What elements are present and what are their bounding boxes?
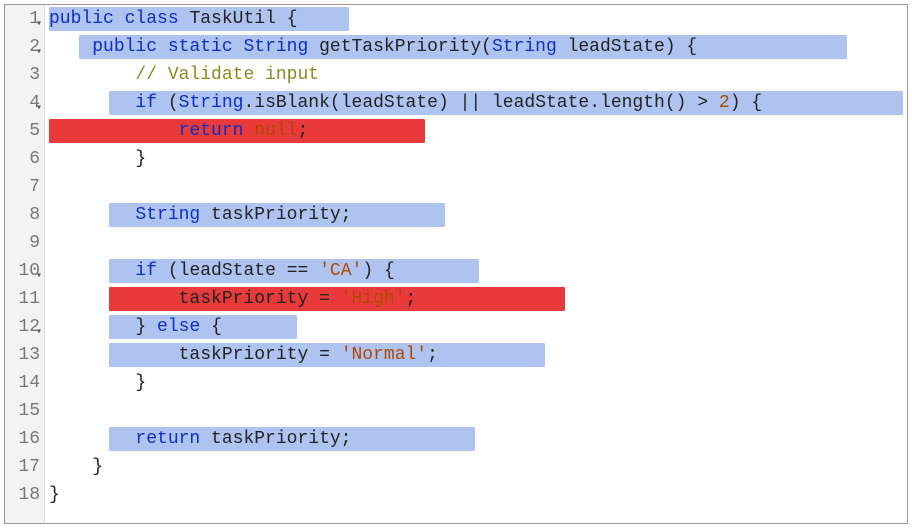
line-number: 12▾ [5, 313, 40, 341]
code-line[interactable]: return taskPriority; [49, 425, 907, 453]
line-number: 9 [5, 229, 40, 257]
line-number: 17 [5, 453, 40, 481]
line-number: 6 [5, 145, 40, 173]
code-line[interactable] [49, 173, 907, 201]
line-number: 2▾ [5, 33, 40, 61]
line-number: 14 [5, 369, 40, 397]
line-number: 15 [5, 397, 40, 425]
line-number: 4▾ [5, 89, 40, 117]
line-number: 11 [5, 285, 40, 313]
code-line[interactable]: if (String.isBlank(leadState) || leadSta… [49, 89, 907, 117]
line-number: 10▾ [5, 257, 40, 285]
line-number-gutter: 1▾2▾34▾5678910▾1112▾131415161718 [5, 5, 45, 523]
code-line[interactable]: } [49, 481, 907, 509]
code-line[interactable]: } [49, 369, 907, 397]
code-line[interactable]: if (leadState == 'CA') { [49, 257, 907, 285]
code-line[interactable]: taskPriority = 'Normal'; [49, 341, 907, 369]
code-line[interactable]: } else { [49, 313, 907, 341]
line-number: 7 [5, 173, 40, 201]
line-number: 18 [5, 481, 40, 509]
code-line[interactable]: String taskPriority; [49, 201, 907, 229]
line-number: 3 [5, 61, 40, 89]
code-line[interactable]: public static String getTaskPriority(Str… [49, 33, 907, 61]
code-line[interactable]: public class TaskUtil { [49, 5, 907, 33]
line-number: 1▾ [5, 5, 40, 33]
code-area[interactable]: public class TaskUtil { public static St… [45, 5, 907, 523]
line-number: 13 [5, 341, 40, 369]
line-number: 8 [5, 201, 40, 229]
code-line[interactable]: taskPriority = 'High'; [49, 285, 907, 313]
code-line[interactable]: return null; [49, 117, 907, 145]
code-line[interactable]: } [49, 145, 907, 173]
line-number: 16 [5, 425, 40, 453]
code-line[interactable] [49, 397, 907, 425]
code-line[interactable]: // Validate input [49, 61, 907, 89]
code-editor[interactable]: 1▾2▾34▾5678910▾1112▾131415161718 public … [4, 4, 908, 524]
code-line[interactable] [49, 229, 907, 257]
line-number: 5 [5, 117, 40, 145]
code-line[interactable]: } [49, 453, 907, 481]
